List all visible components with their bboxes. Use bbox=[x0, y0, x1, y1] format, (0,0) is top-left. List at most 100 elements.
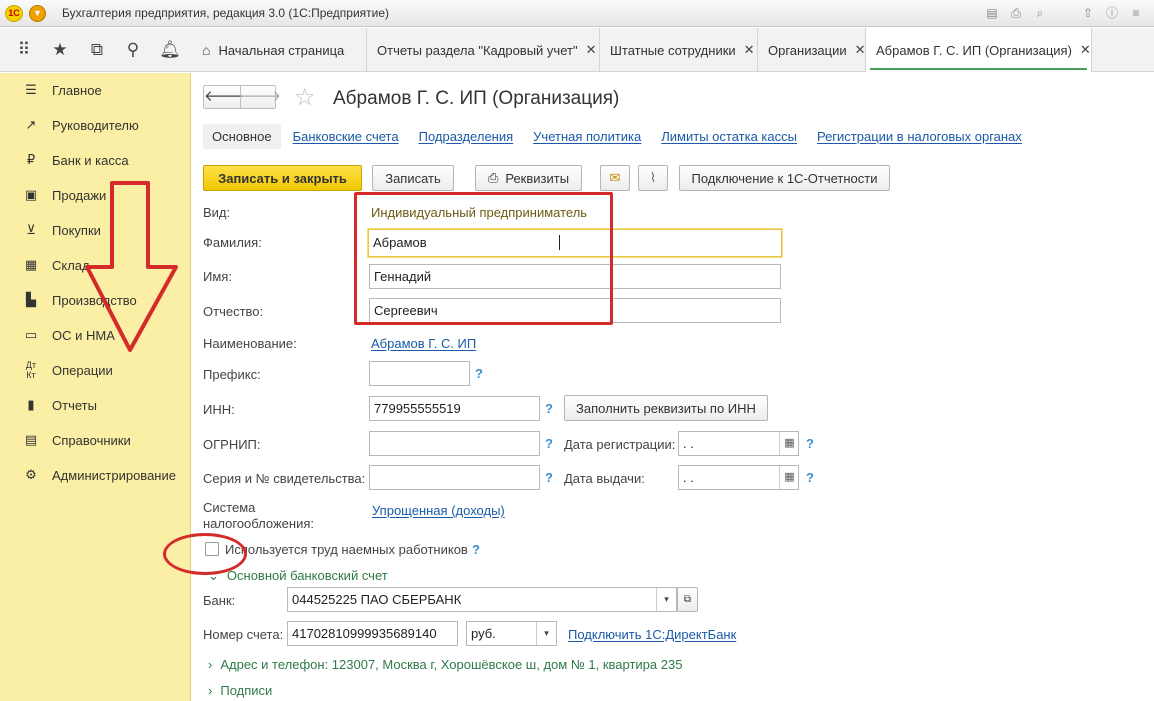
reg-date-help-icon[interactable]: ? bbox=[806, 436, 814, 451]
account-field[interactable]: 41702810999935689140 bbox=[287, 621, 458, 646]
info-icon[interactable]: ⓘ bbox=[1104, 5, 1120, 21]
link-tax-registrations[interactable]: Регистрации в налоговых органах bbox=[817, 129, 1022, 144]
sidebar-item-reports[interactable]: ▮ Отчеты bbox=[0, 390, 191, 420]
tab-label: Абрамов Г. С. ИП (Организация) bbox=[876, 42, 1072, 58]
sidebar-item-purchases[interactable]: ⊻ Покупки bbox=[0, 215, 191, 245]
tax-system-link[interactable]: Упрощенная (доходы) bbox=[372, 503, 505, 518]
bank-label: Банк: bbox=[203, 593, 236, 608]
prefix-help-icon[interactable]: ? bbox=[475, 366, 483, 381]
save-button[interactable]: Записать bbox=[372, 165, 454, 191]
sidebar-item-production[interactable]: ▙ Производство bbox=[0, 285, 191, 315]
window-title: Бухгалтерия предприятия, редакция 3.0 (1… bbox=[62, 6, 390, 20]
sections-grid-icon[interactable]: ⠿ bbox=[12, 38, 36, 62]
tab-staff[interactable]: Штатные сотрудники ✕ bbox=[600, 28, 758, 72]
link-main-current[interactable]: Основное bbox=[203, 123, 281, 149]
preview-icon[interactable]: ⌕ bbox=[1032, 5, 1048, 21]
chevron-down-icon[interactable]: ▾ bbox=[656, 588, 676, 611]
sidebar-item-catalogs[interactable]: ▤ Справочники bbox=[0, 425, 191, 455]
sidebar-item-main[interactable]: ☰ Главное bbox=[0, 75, 191, 105]
address-section-title: Адрес и телефон: 123007, Москва г, Хорош… bbox=[220, 657, 683, 672]
bank-section-title: Основной банковский счет bbox=[226, 568, 388, 583]
forward-arrow-icon[interactable]: 🡒 bbox=[240, 86, 281, 108]
sidebar-item-manager[interactable]: ↗ Руководителю bbox=[0, 110, 191, 140]
tab-label: Организации bbox=[768, 42, 847, 58]
back-arrow-icon[interactable]: 🡐 bbox=[204, 86, 244, 108]
close-icon[interactable]: ✕ bbox=[1080, 42, 1091, 58]
direct-bank-link[interactable]: Подключить 1С:ДиректБанк bbox=[568, 627, 736, 642]
surname-field[interactable]: Абрамов bbox=[368, 229, 782, 257]
sidebar-item-warehouse[interactable]: ▦ Склад bbox=[0, 250, 191, 280]
employees-checkbox[interactable] bbox=[205, 542, 219, 556]
print-icon[interactable]: ⎙ bbox=[1008, 5, 1024, 21]
tab-home[interactable]: ⌂ Начальная страница bbox=[192, 28, 367, 72]
name-label: Имя: bbox=[203, 269, 232, 284]
close-icon[interactable]: ✕ bbox=[586, 42, 597, 58]
naming-link[interactable]: Абрамов Г. С. ИП bbox=[371, 336, 476, 351]
bank-section-header[interactable]: ⌄ Основной банковский счет bbox=[208, 568, 388, 584]
employees-help-icon[interactable]: ? bbox=[472, 542, 480, 557]
organization-form: 🡐 🡒 ☆ Абрамов Г. С. ИП (Организация) Осн… bbox=[192, 73, 1154, 701]
sidebar-item-bank[interactable]: ₽ Банк и касса bbox=[0, 145, 191, 175]
cart-icon: ⊻ bbox=[26, 222, 36, 237]
connect-reporting-button[interactable]: Подключение к 1С-Отчетности bbox=[679, 165, 890, 191]
name-field[interactable]: Геннадий bbox=[369, 264, 781, 289]
favorite-star-icon[interactable]: ☆ bbox=[294, 83, 316, 112]
trend-chart-icon: ↗ bbox=[25, 117, 37, 132]
open-bank-icon[interactable]: ⧉ bbox=[677, 587, 698, 612]
envelope-icon[interactable]: ✉ bbox=[600, 165, 630, 191]
patronymic-field[interactable]: Сергеевич bbox=[369, 298, 781, 323]
link-bank-accounts[interactable]: Банковские счета bbox=[293, 129, 399, 144]
paperclip-icon[interactable]: ⌇ bbox=[638, 165, 668, 191]
window-menu-icon[interactable]: ≡ bbox=[1128, 5, 1144, 21]
certificate-help-icon[interactable]: ? bbox=[545, 470, 553, 485]
chevron-right-icon: › bbox=[208, 683, 213, 698]
account-label: Номер счета: bbox=[203, 627, 284, 642]
factory-icon: ▙ bbox=[26, 292, 36, 307]
upload-icon[interactable]: ⇧ bbox=[1080, 5, 1096, 21]
link-accounting-policy[interactable]: Учетная политика bbox=[533, 129, 641, 144]
chevron-right-icon: › bbox=[208, 657, 213, 672]
sidebar-item-sales[interactable]: ▣ Продажи bbox=[0, 180, 191, 210]
fill-by-inn-button[interactable]: Заполнить реквизиты по ИНН bbox=[564, 395, 768, 421]
requisites-button[interactable]: ⎙ Реквизиты bbox=[475, 165, 582, 191]
address-section-header[interactable]: › Адрес и телефон: 123007, Москва г, Хоро… bbox=[208, 657, 682, 672]
signatures-section-header[interactable]: › Подписи bbox=[208, 683, 272, 698]
link-cash-limits[interactable]: Лимиты остатка кассы bbox=[661, 129, 797, 144]
app-logo: 1С bbox=[5, 5, 23, 22]
chevron-down-icon: ⌄ bbox=[208, 568, 219, 583]
save-icon[interactable]: ▤ bbox=[984, 5, 1000, 21]
prefix-field[interactable] bbox=[369, 361, 470, 386]
inn-help-icon[interactable]: ? bbox=[545, 401, 553, 416]
shopping-bag-icon: ▣ bbox=[24, 187, 38, 202]
certificate-field[interactable] bbox=[369, 465, 540, 490]
calendar-icon[interactable]: ▦ bbox=[779, 466, 799, 489]
ogrnip-field[interactable] bbox=[369, 431, 540, 456]
sidebar-item-admin[interactable]: ⚙ Администрирование bbox=[0, 460, 191, 490]
vid-label: Вид: bbox=[203, 205, 231, 220]
sidebar-item-assets[interactable]: ▭ ОС и НМА bbox=[0, 320, 191, 350]
prefix-label: Префикс: bbox=[203, 367, 261, 382]
bell-icon[interactable]: 🔔︎ bbox=[158, 38, 182, 62]
book-icon: ▤ bbox=[24, 432, 38, 447]
inn-field[interactable]: 779955555519 bbox=[369, 396, 540, 421]
sidebar-item-operations[interactable]: Дт Кт Операции bbox=[0, 355, 191, 385]
history-icon[interactable]: ⧉ bbox=[85, 38, 109, 62]
ogrnip-help-icon[interactable]: ? bbox=[545, 436, 553, 451]
close-icon[interactable]: ✕ bbox=[855, 42, 866, 58]
search-icon[interactable]: ⚲ bbox=[121, 38, 145, 62]
tab-hr-reports[interactable]: Отчеты раздела "Кадровый учет" ✕ bbox=[367, 28, 600, 72]
calendar-icon[interactable]: ▦ bbox=[779, 432, 799, 455]
tab-organizations[interactable]: Организации ✕ bbox=[758, 28, 866, 72]
save-and-close-button[interactable]: Записать и закрыть bbox=[203, 165, 362, 191]
close-icon[interactable]: ✕ bbox=[744, 42, 755, 58]
favorites-star-icon[interactable]: ★ bbox=[48, 38, 72, 62]
link-departments[interactable]: Подразделения bbox=[419, 129, 514, 144]
tab-abramov[interactable]: Абрамов Г. С. ИП (Организация) ✕ bbox=[866, 28, 1092, 72]
chevron-down-icon[interactable]: ▾ bbox=[536, 622, 556, 645]
tab-strip: ⌂ Начальная страница Отчеты раздела "Кад… bbox=[192, 28, 1092, 72]
bank-select[interactable]: 044525225 ПАО СБЕРБАНК bbox=[287, 587, 677, 612]
main-menu-button[interactable]: ▼ bbox=[29, 5, 46, 22]
sidebar-item-label: ОС и НМА bbox=[52, 327, 115, 343]
issue-date-help-icon[interactable]: ? bbox=[806, 470, 814, 485]
warehouse-icon: ▦ bbox=[24, 257, 38, 272]
